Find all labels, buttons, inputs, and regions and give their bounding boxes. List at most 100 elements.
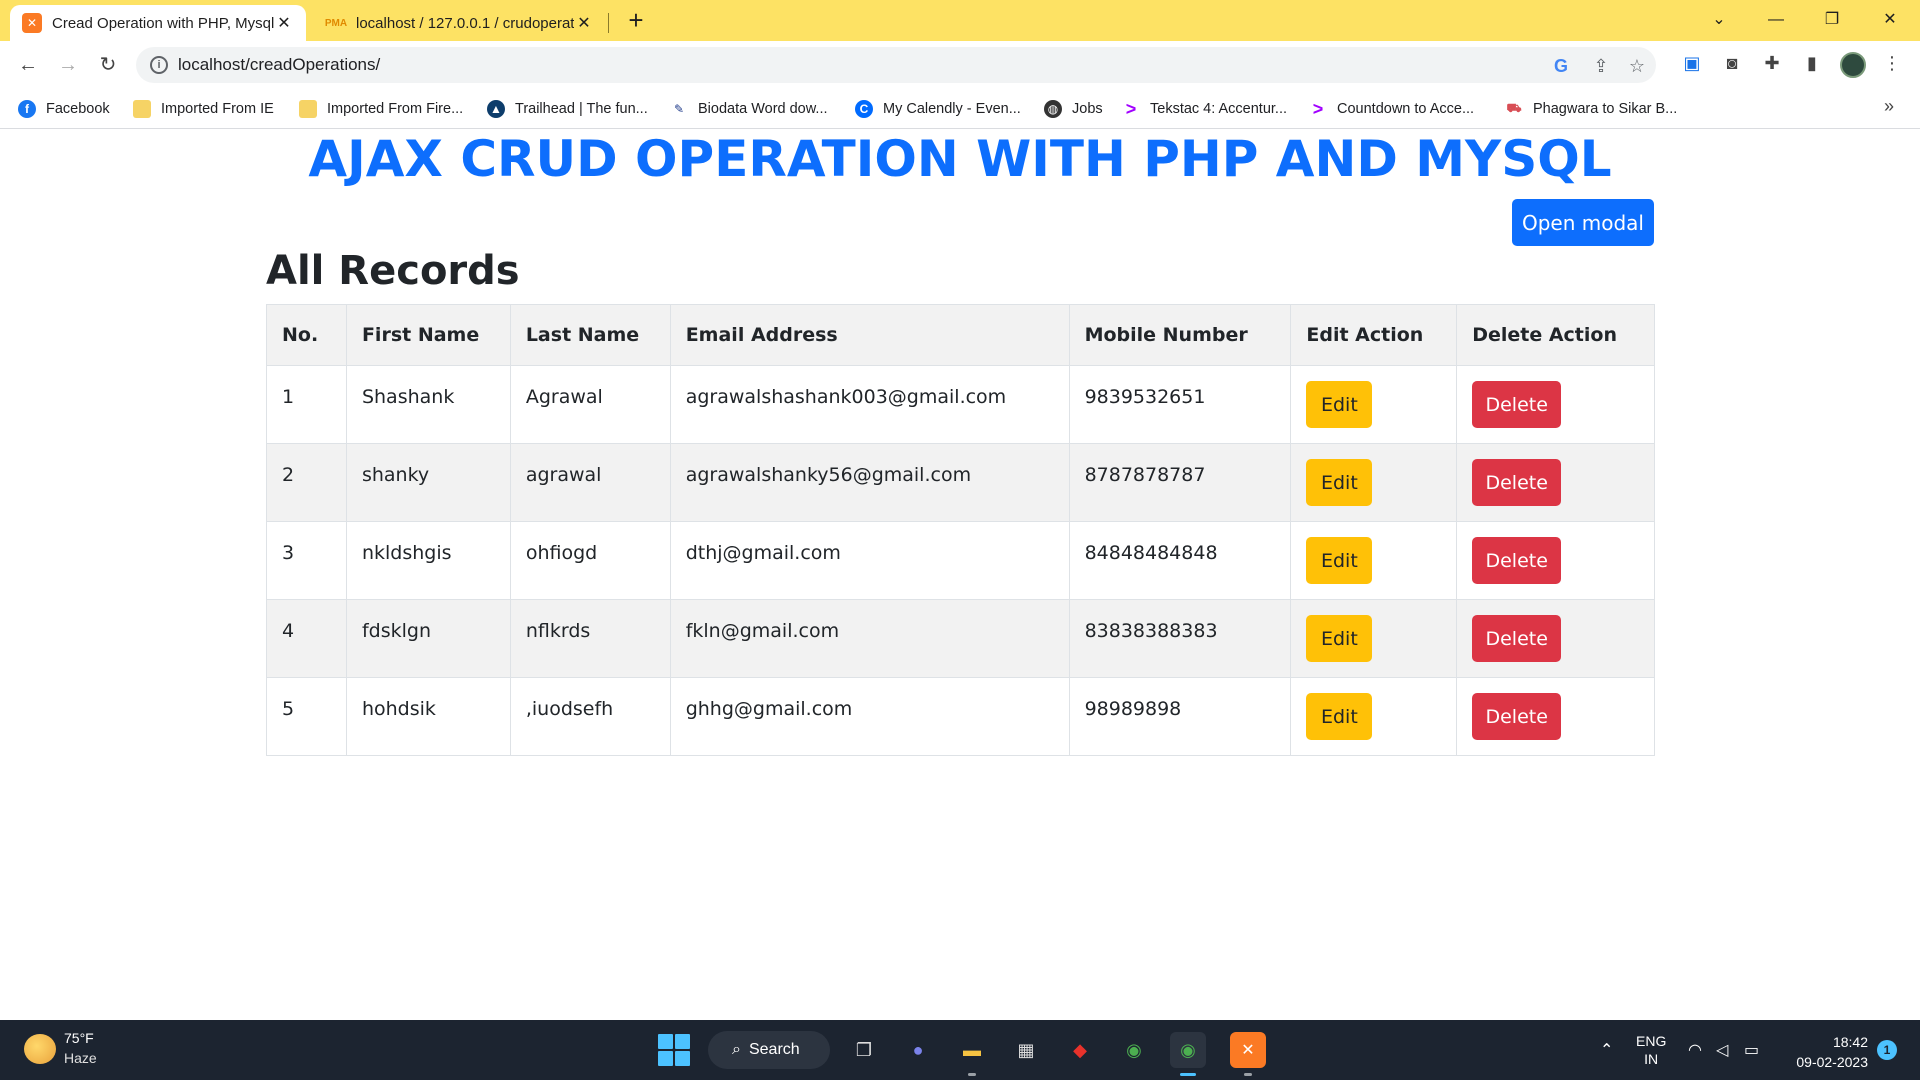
bookmark-countdown[interactable]: > Countdown to Acce...: [1309, 97, 1474, 121]
tab-separator: [608, 13, 609, 33]
globe-icon: ◍: [1044, 100, 1062, 118]
share-icon[interactable]: ⇪: [1590, 55, 1612, 77]
weather-temperature[interactable]: 75°F: [64, 1030, 94, 1046]
bookmark-star-icon[interactable]: ☆: [1626, 55, 1648, 77]
bookmark-trailhead[interactable]: ▲ Trailhead | The fun...: [487, 97, 648, 121]
bookmarks-overflow-icon[interactable]: »: [1884, 96, 1894, 117]
folder-icon: [299, 100, 317, 118]
close-window-button[interactable]: ✕: [1870, 4, 1910, 36]
site-info-icon[interactable]: i: [150, 56, 168, 74]
cell-last-name: ,iuodsefh: [509, 677, 671, 756]
notification-badge[interactable]: 1: [1877, 1040, 1897, 1060]
show-hidden-icons-chevron-icon[interactable]: ⌃: [1600, 1040, 1613, 1060]
start-button[interactable]: [656, 1032, 692, 1068]
system-clock[interactable]: 18:42 09-02-2023: [1788, 1032, 1868, 1072]
edit-button[interactable]: Edit: [1306, 459, 1373, 506]
cell-mobile: 83838388383: [1068, 599, 1292, 678]
tab-cread-operation[interactable]: ✕ Cread Operation with PHP, Mysql ✕: [10, 5, 306, 41]
bookmark-calendly[interactable]: C My Calendly - Even...: [855, 97, 1021, 121]
open-modal-button[interactable]: Open modal: [1512, 199, 1654, 246]
region-code: IN: [1644, 1051, 1659, 1067]
bookmark-imported-ie[interactable]: Imported From IE: [133, 97, 274, 121]
cell-edit: Edit: [1290, 599, 1458, 678]
delete-button[interactable]: Delete: [1472, 537, 1562, 584]
tab-phpmyadmin[interactable]: PMA localhost / 127.0.0.1 / crudoperatio…: [314, 5, 606, 41]
wifi-icon[interactable]: ◠: [1688, 1040, 1702, 1060]
accenture-icon: >: [1312, 98, 1324, 119]
chrome-profile-icon[interactable]: ◉: [1170, 1032, 1206, 1068]
column-header: Delete Action: [1456, 304, 1655, 366]
weather-description[interactable]: Haze: [64, 1050, 97, 1066]
chrome-icon[interactable]: ◉: [1116, 1032, 1152, 1068]
reload-icon[interactable]: ↻: [94, 51, 122, 79]
cell-mobile: 8787878787: [1068, 443, 1292, 522]
volume-icon[interactable]: ◁: [1716, 1040, 1728, 1060]
delete-button[interactable]: Delete: [1472, 615, 1562, 662]
close-tab-icon[interactable]: ✕: [274, 13, 294, 33]
edit-button[interactable]: Edit: [1306, 615, 1373, 662]
file-explorer-icon[interactable]: ▬: [954, 1032, 990, 1068]
cell-delete: Delete: [1456, 521, 1655, 600]
cell-edit: Edit: [1290, 521, 1458, 600]
bookmark-facebook[interactable]: f Facebook: [18, 97, 110, 121]
active-indicator: [1180, 1073, 1196, 1076]
side-panel-icon[interactable]: ▮: [1800, 51, 1824, 75]
camera-icon[interactable]: ◙: [1720, 51, 1744, 75]
edit-button[interactable]: Edit: [1306, 693, 1373, 740]
calendly-icon: C: [855, 100, 873, 118]
task-view-icon[interactable]: ❐: [846, 1032, 882, 1068]
new-tab-button[interactable]: +: [622, 6, 650, 34]
bookmark-phagwara[interactable]: ⛟ Phagwara to Sikar B...: [1505, 97, 1677, 121]
browser-toolbar: ← → ↻ i localhost/creadOperations/ G ⇪ ☆: [0, 41, 1920, 89]
search-label: Search: [748, 1041, 800, 1058]
tab-search-chevron-icon[interactable]: ⌄: [1699, 4, 1739, 36]
extensions-puzzle-icon[interactable]: ✚: [1760, 51, 1784, 75]
edit-button[interactable]: Edit: [1306, 381, 1373, 428]
bookmark-label: Tekstac 4: Accentur...: [1150, 101, 1288, 117]
delete-button[interactable]: Delete: [1472, 459, 1562, 506]
profile-avatar[interactable]: [1840, 52, 1866, 78]
xampp-icon: ✕: [22, 13, 42, 33]
trailhead-icon: ▲: [487, 100, 505, 118]
bookmark-label: Countdown to Acce...: [1337, 101, 1475, 117]
folder-icon: [133, 100, 151, 118]
bookmark-tekstac[interactable]: > Tekstac 4: Accentur...: [1122, 97, 1287, 121]
bookmark-label: Phagwara to Sikar B...: [1533, 101, 1678, 117]
back-arrow-icon[interactable]: ←: [14, 51, 42, 79]
bookmark-jobs[interactable]: ◍ Jobs: [1044, 97, 1103, 121]
bus-icon: ⛟: [1506, 101, 1522, 115]
edit-button[interactable]: Edit: [1306, 537, 1373, 584]
restore-button[interactable]: ❐: [1812, 4, 1852, 36]
minimize-button[interactable]: —: [1756, 4, 1796, 36]
screen-cast-icon[interactable]: ▣: [1680, 51, 1704, 75]
bookmark-label: Trailhead | The fun...: [515, 101, 648, 117]
delete-button[interactable]: Delete: [1472, 693, 1562, 740]
bookmark-imported-firefox[interactable]: Imported From Fire...: [299, 97, 463, 121]
cell-email: agrawalshanky56@gmail.com: [669, 443, 1070, 522]
bookmark-label: My Calendly - Even...: [883, 101, 1021, 117]
address-bar[interactable]: i localhost/creadOperations/ G ⇪ ☆: [136, 47, 1656, 83]
column-header: No.: [266, 304, 347, 366]
anydesk-icon[interactable]: ◆: [1062, 1032, 1098, 1068]
cell-edit: Edit: [1290, 677, 1458, 756]
bookmark-biodata[interactable]: ✎ Biodata Word dow...: [670, 97, 828, 121]
battery-icon[interactable]: ▭: [1744, 1040, 1759, 1060]
taskbar-search[interactable]: ⌕ Search: [708, 1031, 830, 1069]
records-table: No. First Name Last Name Email Address M…: [266, 304, 1655, 756]
teams-chat-icon[interactable]: ●: [900, 1032, 936, 1068]
cell-edit: Edit: [1290, 365, 1458, 444]
cell-delete: Delete: [1456, 677, 1655, 756]
delete-button[interactable]: Delete: [1472, 381, 1562, 428]
microsoft-store-icon[interactable]: ▦: [1008, 1032, 1044, 1068]
forward-arrow-icon[interactable]: →: [54, 51, 82, 79]
google-lens-icon[interactable]: G: [1550, 55, 1572, 77]
menu-kebab-icon[interactable]: ⋮: [1880, 51, 1904, 75]
table-row: 2 shanky agrawal agrawalshanky56@gmail.c…: [266, 443, 1655, 522]
weather-haze-icon[interactable]: [24, 1034, 56, 1064]
xampp-icon[interactable]: ✕: [1230, 1032, 1266, 1068]
input-language-indicator[interactable]: ENG IN: [1636, 1032, 1666, 1068]
bookmark-label: Jobs: [1072, 101, 1103, 117]
cell-email: ghhg@gmail.com: [669, 677, 1070, 756]
cell-no: 5: [266, 677, 347, 756]
close-tab-icon[interactable]: ✕: [574, 13, 594, 33]
